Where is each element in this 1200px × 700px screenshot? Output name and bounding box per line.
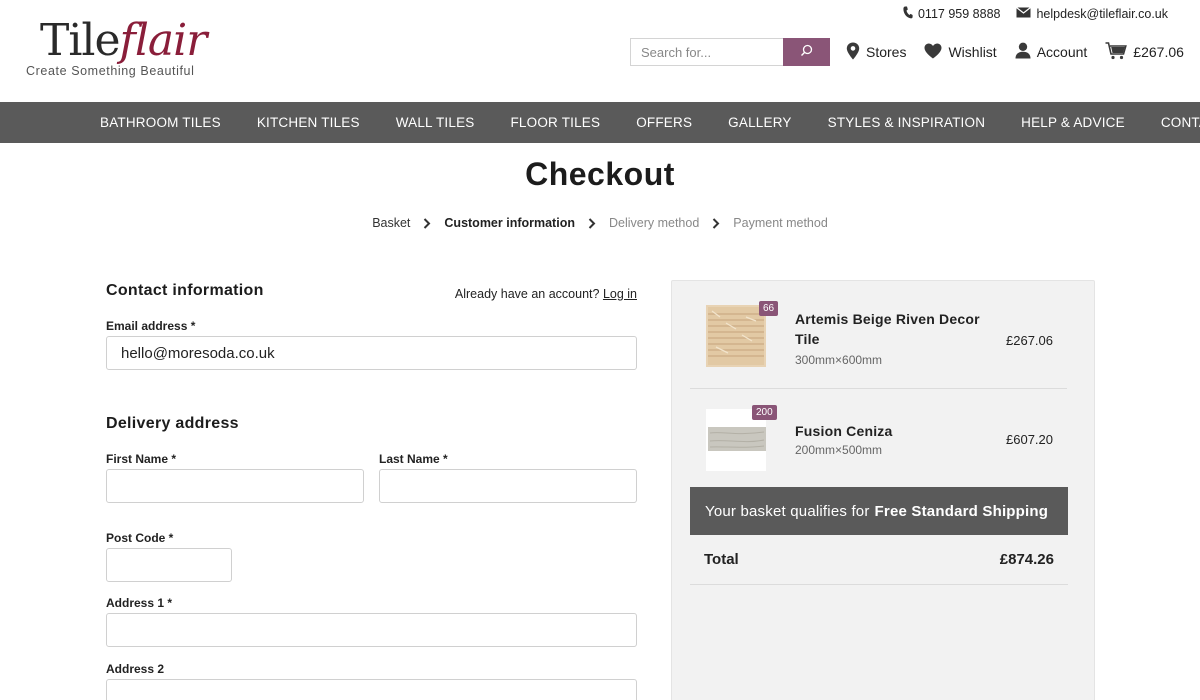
first-name-field[interactable] bbox=[106, 469, 364, 503]
checkout-breadcrumb: Basket Customer information Delivery met… bbox=[0, 216, 1200, 230]
contact-information-heading: Contact information bbox=[106, 282, 264, 299]
stores-label: Stores bbox=[866, 44, 907, 60]
last-name-label: Last Name * bbox=[379, 452, 448, 466]
address1-group: Address 1 * bbox=[106, 596, 637, 647]
postcode-group: Post Code * bbox=[106, 531, 232, 582]
page-title: Checkout bbox=[525, 156, 675, 192]
search-input[interactable] bbox=[630, 38, 783, 66]
mail-icon bbox=[1016, 7, 1032, 21]
address1-label: Address 1 * bbox=[106, 596, 173, 610]
breadcrumb-delivery-method: Delivery method bbox=[608, 216, 700, 230]
basket-link[interactable]: £267.06 bbox=[1105, 40, 1184, 64]
search-bar bbox=[630, 38, 830, 66]
wishlist-link[interactable]: Wishlist bbox=[924, 40, 997, 64]
basket-total: £267.06 bbox=[1133, 44, 1184, 60]
nav-gallery[interactable]: GALLERY bbox=[710, 115, 809, 130]
phone-icon bbox=[903, 6, 913, 22]
nav-offers[interactable]: OFFERS bbox=[618, 115, 710, 130]
quantity-badge: 66 bbox=[759, 301, 779, 316]
last-name-field[interactable] bbox=[379, 469, 637, 503]
phone-number: 0117 959 8888 bbox=[917, 7, 1001, 21]
address2-label: Address 2 bbox=[106, 662, 165, 676]
address1-field[interactable] bbox=[106, 613, 637, 647]
logo-tagline: Create Something Beautiful bbox=[26, 64, 195, 78]
first-name-group: First Name * bbox=[106, 452, 364, 503]
nav-kitchen-tiles[interactable]: KITCHEN TILES bbox=[239, 115, 378, 130]
product-price: £607.20 bbox=[1006, 432, 1053, 447]
chevron-right-icon bbox=[588, 217, 596, 229]
order-summary: 66 Artemis Beige Riven Decor Tile 300mm×… bbox=[671, 280, 1095, 700]
first-name-label: First Name * bbox=[106, 452, 177, 466]
phone-contact[interactable]: 0117 959 8888 bbox=[903, 6, 1001, 22]
map-pin-icon bbox=[846, 42, 860, 63]
cart-icon bbox=[1105, 41, 1128, 63]
delivery-address-heading: Delivery address bbox=[106, 415, 239, 432]
order-total: Total £874.26 bbox=[690, 535, 1068, 585]
site-header: Tileflair Create Something Beautiful 011… bbox=[0, 0, 1200, 102]
chevron-right-icon bbox=[423, 217, 431, 229]
nav-wall-tiles[interactable]: WALL TILES bbox=[378, 115, 493, 130]
product-thumbnail[interactable] bbox=[706, 305, 766, 367]
last-name-group: Last Name * bbox=[379, 452, 637, 503]
account-link[interactable]: Account bbox=[1015, 40, 1088, 64]
logo-wordmark: Tileflair bbox=[40, 15, 207, 66]
shipping-prefix: Your basket qualifies for bbox=[705, 502, 870, 520]
breadcrumb-basket[interactable]: Basket bbox=[372, 216, 410, 230]
account-label: Account bbox=[1036, 44, 1088, 60]
user-icon bbox=[1015, 42, 1031, 62]
quantity-badge: 200 bbox=[752, 405, 777, 420]
main-nav: BATHROOM TILES KITCHEN TILES WALL TILES … bbox=[0, 102, 1200, 143]
shipping-highlight: Free Standard Shipping bbox=[874, 502, 1049, 520]
postcode-field[interactable] bbox=[106, 548, 232, 582]
login-prompt: Already have an account? Log in bbox=[455, 287, 637, 301]
nav-styles-inspiration[interactable]: STYLES & INSPIRATION bbox=[810, 115, 1004, 130]
free-shipping-banner: Your basket qualifies for Free Standard … bbox=[690, 487, 1068, 535]
nav-contact[interactable]: CONTACT bbox=[1143, 115, 1200, 130]
basket-item: 200 Fusion Ceniza 200mm×500mm £607.20 bbox=[690, 389, 1067, 487]
total-value: £874.26 bbox=[999, 551, 1054, 568]
email-address: helpdesk@tileflair.co.uk bbox=[1036, 7, 1168, 21]
search-button[interactable] bbox=[783, 38, 830, 66]
product-name: Artemis Beige Riven Decor Tile bbox=[795, 311, 980, 347]
breadcrumb-payment-method: Payment method bbox=[733, 216, 828, 230]
site-logo[interactable]: Tileflair Create Something Beautiful bbox=[26, 18, 207, 82]
contact-bar: 0117 959 8888 helpdesk@tileflair.co.uk bbox=[903, 6, 1168, 22]
nav-floor-tiles[interactable]: FLOOR TILES bbox=[492, 115, 618, 130]
utility-nav: Stores Wishlist Account £267.06 bbox=[846, 40, 1184, 64]
email-contact[interactable]: helpdesk@tileflair.co.uk bbox=[1016, 7, 1168, 21]
product-name: Fusion Ceniza bbox=[795, 423, 893, 439]
search-icon bbox=[800, 44, 813, 60]
product-size: 200mm×500mm bbox=[795, 443, 883, 457]
nav-bathroom-tiles[interactable]: BATHROOM TILES bbox=[82, 115, 239, 130]
total-label: Total bbox=[704, 551, 739, 568]
have-account-text: Already have an account? bbox=[454, 287, 600, 301]
email-field[interactable] bbox=[106, 336, 637, 370]
wishlist-label: Wishlist bbox=[948, 44, 997, 60]
product-size: 300mm×600mm bbox=[795, 353, 883, 367]
login-link[interactable]: Log in bbox=[603, 287, 637, 301]
address2-group: Address 2 bbox=[106, 662, 637, 700]
email-label: Email address * bbox=[106, 319, 196, 333]
email-field-group: Email address * bbox=[106, 319, 637, 370]
stores-link[interactable]: Stores bbox=[846, 40, 906, 64]
chevron-right-icon bbox=[712, 217, 720, 229]
breadcrumb-customer-information: Customer information bbox=[444, 216, 575, 230]
nav-help-advice[interactable]: HELP & ADVICE bbox=[1003, 115, 1143, 130]
postcode-label: Post Code * bbox=[106, 531, 174, 545]
basket-item: 66 Artemis Beige Riven Decor Tile 300mm×… bbox=[690, 285, 1067, 389]
product-price: £267.06 bbox=[1006, 333, 1053, 348]
address2-field[interactable] bbox=[106, 679, 637, 700]
heart-icon bbox=[924, 43, 942, 62]
